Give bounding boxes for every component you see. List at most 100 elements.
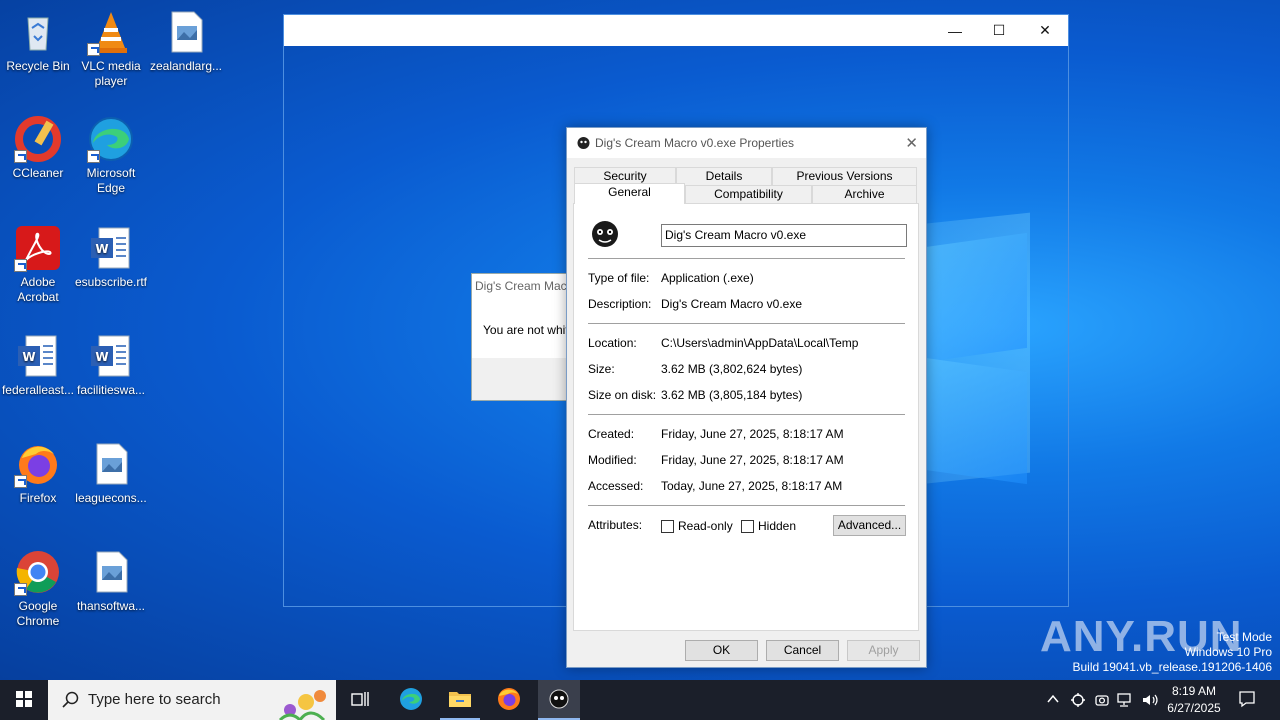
recycle-bin-icon	[14, 8, 62, 56]
desktop-icon-label: federalleast...	[1, 383, 75, 397]
ok-button[interactable]: OK	[685, 640, 758, 661]
clock-date: 6/27/2025	[1167, 701, 1221, 715]
close-icon[interactable]: ✕	[905, 134, 918, 152]
camera-icon[interactable]	[1094, 692, 1110, 711]
taskbar-file-explorer[interactable]	[440, 680, 480, 720]
file-name-input[interactable]: Dig's Cream Macro v0.exe	[661, 224, 907, 247]
location-value: C:\Users\admin\AppData\Local\Temp	[661, 336, 859, 350]
chevron-up-icon[interactable]	[1046, 692, 1060, 709]
ccleaner-icon	[14, 115, 62, 163]
accessed-label: Accessed:	[588, 479, 644, 493]
app-icon	[576, 135, 591, 150]
size-label: Size:	[588, 362, 615, 376]
file-icon	[589, 217, 621, 249]
desktop-icon-label: Microsoft Edge	[86, 166, 136, 195]
desktop-icon-label: Google Chrome	[16, 599, 60, 628]
shortcut-arrow-icon	[14, 583, 27, 596]
svg-text:W: W	[22, 350, 35, 364]
chrome-icon	[14, 548, 62, 596]
shortcut-arrow-icon	[14, 150, 27, 163]
desktop-icon-microsoft-edge[interactable]: Microsoft Edge	[73, 115, 149, 196]
created-value: Friday, June 27, 2025, 8:18:17 AM	[661, 427, 844, 441]
edge-icon	[399, 687, 423, 714]
search-highlight-flowers-icon	[270, 682, 336, 720]
watermark-line: Build 19041.vb_release.191206-1406	[1072, 660, 1273, 674]
watermark-line: Test Mode	[1216, 630, 1272, 644]
size-on-disk-value: 3.62 MB (3,805,184 bytes)	[661, 388, 803, 402]
readonly-checkbox[interactable]	[661, 520, 674, 533]
network-settings-icon[interactable]	[1070, 692, 1086, 711]
desktop: Recycle Bin CCleaner Adobe Acrobat W fed…	[0, 0, 1280, 680]
notification-icon[interactable]	[1238, 690, 1256, 711]
svg-text:W: W	[95, 350, 108, 364]
desktop-icon-esubscribe[interactable]: W esubscribe.rtf	[73, 224, 149, 290]
tab-general[interactable]: General	[574, 183, 685, 204]
window-titlebar[interactable]: — ☐ ✕	[284, 15, 1068, 46]
desktop-icon-facilitieswa[interactable]: W facilitieswa...	[73, 332, 149, 398]
taskbar-edge[interactable]	[391, 680, 431, 720]
tab-archive[interactable]: Archive	[812, 185, 917, 203]
apply-button[interactable]: Apply	[847, 640, 920, 661]
shortcut-arrow-icon	[14, 259, 27, 272]
message-box-title: Dig's Cream Mac	[475, 279, 567, 293]
accessed-value: Today, June 27, 2025, 8:18:17 AM	[661, 479, 843, 493]
watermark-line: Windows 10 Pro	[1184, 645, 1272, 659]
volume-icon[interactable]	[1141, 692, 1159, 711]
dialog-titlebar[interactable]: Dig's Cream Macro v0.exe Properties ✕	[567, 128, 926, 158]
size-value: 3.62 MB (3,802,624 bytes)	[661, 362, 803, 376]
start-button[interactable]	[0, 680, 48, 720]
desktop-icon-thansoftwa[interactable]: thansoftwa...	[73, 548, 149, 614]
minimize-button[interactable]: —	[932, 15, 978, 46]
tab-compatibility[interactable]: Compatibility	[685, 185, 812, 203]
search-box[interactable]: Type here to search	[48, 680, 336, 720]
readonly-label: Read-only	[678, 519, 733, 533]
properties-dialog[interactable]: Dig's Cream Macro v0.exe Properties ✕ Se…	[566, 127, 927, 668]
message-box[interactable]: Dig's Cream Mac You are not whit	[471, 273, 571, 401]
advanced-button[interactable]: Advanced...	[833, 515, 906, 536]
network-icon[interactable]	[1117, 692, 1133, 711]
desktop-icon-label: Recycle Bin	[6, 59, 70, 73]
shortcut-arrow-icon	[14, 475, 27, 488]
desktop-icon-ccleaner[interactable]: CCleaner	[0, 115, 76, 181]
clock[interactable]: 8:19 AM 6/27/2025	[1160, 683, 1228, 717]
desktop-icon-label: facilitieswa...	[76, 383, 146, 397]
desktop-icon-firefox[interactable]: Firefox	[0, 440, 76, 506]
desktop-icon-label: leaguecons...	[75, 491, 147, 505]
vlc-icon	[87, 8, 135, 56]
shortcut-arrow-icon	[87, 150, 100, 163]
search-placeholder: Type here to search	[88, 691, 221, 708]
desktop-icon-label: Firefox	[19, 491, 57, 505]
cancel-button[interactable]: Cancel	[766, 640, 839, 661]
hidden-label: Hidden	[758, 519, 797, 533]
taskbar-firefox[interactable]	[489, 680, 529, 720]
general-tab-panel: Dig's Cream Macro v0.exe Type of file: A…	[573, 203, 919, 631]
maximize-button[interactable]: ☐	[976, 15, 1022, 46]
task-view-icon	[351, 691, 369, 710]
desktop-icon-adobe-acrobat[interactable]: Adobe Acrobat	[0, 224, 76, 305]
desktop-icon-label: VLC media player	[81, 59, 141, 88]
hidden-checkbox[interactable]	[741, 520, 754, 533]
type-label: Type of file:	[588, 271, 650, 285]
message-box-footer	[472, 358, 570, 400]
desktop-icon-zealandlarg[interactable]: zealandlarg...	[148, 8, 224, 74]
close-icon: ✕	[1039, 22, 1051, 38]
tab-previous-versions[interactable]: Previous Versions	[772, 167, 917, 185]
desktop-icon-recycle-bin[interactable]: Recycle Bin	[0, 8, 76, 74]
desktop-icon-federalleast[interactable]: W federalleast...	[0, 332, 76, 398]
taskbar-dig-cream-macro[interactable]	[538, 680, 580, 720]
desktop-icon-vlc[interactable]: VLC media player	[73, 8, 149, 89]
word-doc-icon: W	[14, 332, 62, 380]
description-label: Description:	[588, 297, 652, 311]
tab-details[interactable]: Details	[676, 167, 772, 185]
clock-time: 8:19 AM	[1171, 684, 1217, 698]
task-view-button[interactable]	[340, 680, 380, 720]
image-file-icon	[162, 8, 210, 56]
modified-label: Modified:	[588, 453, 637, 467]
desktop-icon-leaguecons[interactable]: leaguecons...	[73, 440, 149, 506]
app-icon	[547, 686, 571, 713]
close-button[interactable]: ✕	[1022, 15, 1068, 46]
search-icon	[62, 691, 80, 713]
description-value: Dig's Cream Macro v0.exe	[661, 297, 802, 311]
firefox-icon	[497, 687, 521, 714]
desktop-icon-google-chrome[interactable]: Google Chrome	[0, 548, 76, 629]
